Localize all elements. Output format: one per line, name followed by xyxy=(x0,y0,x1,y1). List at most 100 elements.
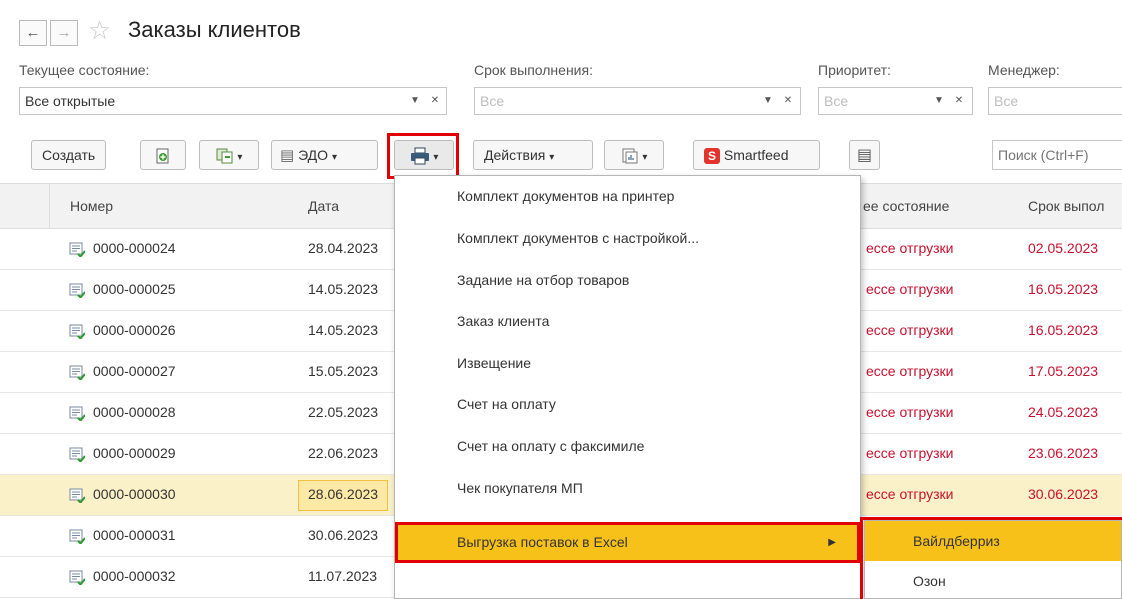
deadline-filter-label: Срок выполнения: xyxy=(474,62,593,78)
row-date: 28.04.2023 xyxy=(308,240,379,256)
list-icon: ▤ xyxy=(856,147,873,164)
chevron-down-icon[interactable]: ▼ xyxy=(929,88,949,114)
forward-arrow-icon[interactable]: → xyxy=(50,20,78,46)
manager-filter-label: Менеджер: xyxy=(988,62,1060,78)
row-date: 14.05.2023 xyxy=(308,322,379,338)
smartfeed-label: Smartfeed xyxy=(723,147,789,163)
print-menu-item-label: Счет на оплату xyxy=(457,396,556,412)
print-menu-item-label: Счет на оплату с факсимиле xyxy=(457,438,645,454)
smartfeed-logo-icon: S xyxy=(704,148,720,165)
row-date: 28.06.2023 xyxy=(298,480,389,511)
deadline-filter-select[interactable]: Все ▼ ✕ xyxy=(474,87,801,115)
row-deadline: 02.05.2023 xyxy=(1028,240,1099,256)
print-menu-item[interactable]: Заказ клиента xyxy=(395,311,860,352)
print-menu-item[interactable]: Комплект документов с настройкой... xyxy=(395,228,860,269)
row-number: 0000-000029 xyxy=(93,445,176,461)
document-posted-icon xyxy=(69,529,85,544)
report-icon xyxy=(622,148,638,164)
back-arrow-icon[interactable]: ← xyxy=(19,20,47,46)
print-menu-item[interactable]: Извещение xyxy=(395,353,860,394)
manager-filter-select[interactable]: Все xyxy=(988,87,1122,115)
document-posted-icon xyxy=(69,488,85,503)
row-deadline: 16.05.2023 xyxy=(1028,281,1099,297)
print-menu-item-label: Задание на отбор товаров xyxy=(457,272,630,288)
document-posted-icon xyxy=(69,324,85,339)
print-menu-item-label: Комплект документов на принтер xyxy=(457,188,675,204)
row-deadline: 30.06.2023 xyxy=(1028,486,1099,502)
column-header-number[interactable]: Номер xyxy=(70,198,113,214)
state-filter-label: Текущее состояние: xyxy=(19,62,150,78)
column-header-state[interactable]: ее состояние xyxy=(863,198,949,214)
row-number: 0000-000031 xyxy=(93,527,176,543)
chevron-down-icon: ▾ xyxy=(642,152,648,163)
print-dropdown-menu: Комплект документов на принтер Комплект д… xyxy=(394,175,861,599)
clear-icon[interactable]: ✕ xyxy=(425,88,445,114)
edo-label: ЭДО xyxy=(298,147,329,163)
document-posted-icon xyxy=(69,406,85,421)
chevron-down-icon[interactable]: ▼ xyxy=(405,88,425,114)
print-menu-item[interactable]: Чек покупателя МП xyxy=(395,478,860,519)
state-filter-value: Все открытые xyxy=(25,93,116,109)
priority-filter-select[interactable]: Все ▼ ✕ xyxy=(818,87,973,115)
actions-label: Действия xyxy=(484,147,546,163)
chevron-down-icon: ▾ xyxy=(331,152,337,163)
priority-filter-label: Приоритет: xyxy=(818,62,891,78)
column-header-deadline[interactable]: Срок выпол xyxy=(1028,198,1104,214)
column-divider xyxy=(49,184,50,229)
column-header-date[interactable]: Дата xyxy=(308,198,339,214)
print-menu-item[interactable]: Комплект документов на принтер xyxy=(395,186,860,227)
row-deadline: 17.05.2023 xyxy=(1028,363,1099,379)
copy-documents-icon xyxy=(216,148,233,164)
row-number: 0000-000028 xyxy=(93,404,176,420)
print-menu-item[interactable]: Выгрузка поставок в Excel ▶ xyxy=(395,522,860,563)
print-menu-item-label: Извещение xyxy=(457,355,532,371)
document-posted-icon xyxy=(69,365,85,380)
clear-icon[interactable]: ✕ xyxy=(778,88,798,114)
row-number: 0000-000027 xyxy=(93,363,176,379)
row-number: 0000-000025 xyxy=(93,281,176,297)
favorite-star-icon[interactable]: ☆ xyxy=(88,15,111,46)
print-menu-item[interactable]: Счет на оплату xyxy=(395,394,860,435)
row-deadline: 16.05.2023 xyxy=(1028,322,1099,338)
row-date: 30.06.2023 xyxy=(308,527,379,543)
add-document-icon xyxy=(156,148,169,164)
actions-button[interactable]: Действия ▾ xyxy=(473,140,593,170)
row-date: 11.07.2023 xyxy=(308,568,378,584)
edo-button[interactable]: ▤ ЭДО ▾ xyxy=(271,140,378,170)
row-deadline: 23.06.2023 xyxy=(1028,445,1099,461)
list-settings-button[interactable]: ▤ xyxy=(849,140,880,170)
document-posted-icon xyxy=(69,447,85,462)
row-number: 0000-000030 xyxy=(93,486,176,502)
clear-icon[interactable]: ✕ xyxy=(949,88,969,114)
row-state: ессе отгрузки xyxy=(866,445,954,461)
print-menu-item-label: Чек покупателя МП xyxy=(457,480,583,496)
document-posted-icon xyxy=(69,283,85,298)
chevron-down-icon[interactable]: ▼ xyxy=(758,88,778,114)
row-deadline: 24.05.2023 xyxy=(1028,404,1099,420)
edo-icon: ▤ xyxy=(280,147,295,164)
add-document-button[interactable] xyxy=(140,140,186,170)
state-filter-select[interactable]: Все открытые ▼ ✕ xyxy=(19,87,447,115)
smartfeed-button[interactable]: S Smartfeed xyxy=(693,140,820,170)
create-button[interactable]: Создать xyxy=(31,140,107,170)
row-number: 0000-000024 xyxy=(93,240,176,256)
create-based-on-button[interactable]: ▾ xyxy=(199,140,259,170)
manager-filter-value: Все xyxy=(994,93,1019,109)
row-date: 22.05.2023 xyxy=(308,404,379,420)
row-date: 22.06.2023 xyxy=(308,445,379,461)
chevron-down-icon: ▾ xyxy=(549,152,555,163)
row-state: ессе отгрузки xyxy=(866,240,954,256)
row-state: ессе отгрузки xyxy=(866,281,954,297)
row-number: 0000-000026 xyxy=(93,322,176,338)
print-menu-item[interactable]: Счет на оплату с факсимиле xyxy=(395,436,860,477)
annotation-frame-print xyxy=(387,133,459,179)
print-menu-item-label: Комплект документов с настройкой... xyxy=(457,230,700,246)
chevron-down-icon: ▾ xyxy=(237,152,243,163)
row-state: ессе отгрузки xyxy=(866,404,954,420)
row-state: ессе отгрузки xyxy=(866,363,954,379)
print-menu-item[interactable]: Задание на отбор товаров xyxy=(395,270,860,311)
reports-button[interactable]: ▾ xyxy=(604,140,664,170)
title-bar: ← → ☆ Заказы клиентов xyxy=(0,0,1122,50)
row-number: 0000-000032 xyxy=(93,568,176,584)
search-input[interactable] xyxy=(992,140,1122,170)
